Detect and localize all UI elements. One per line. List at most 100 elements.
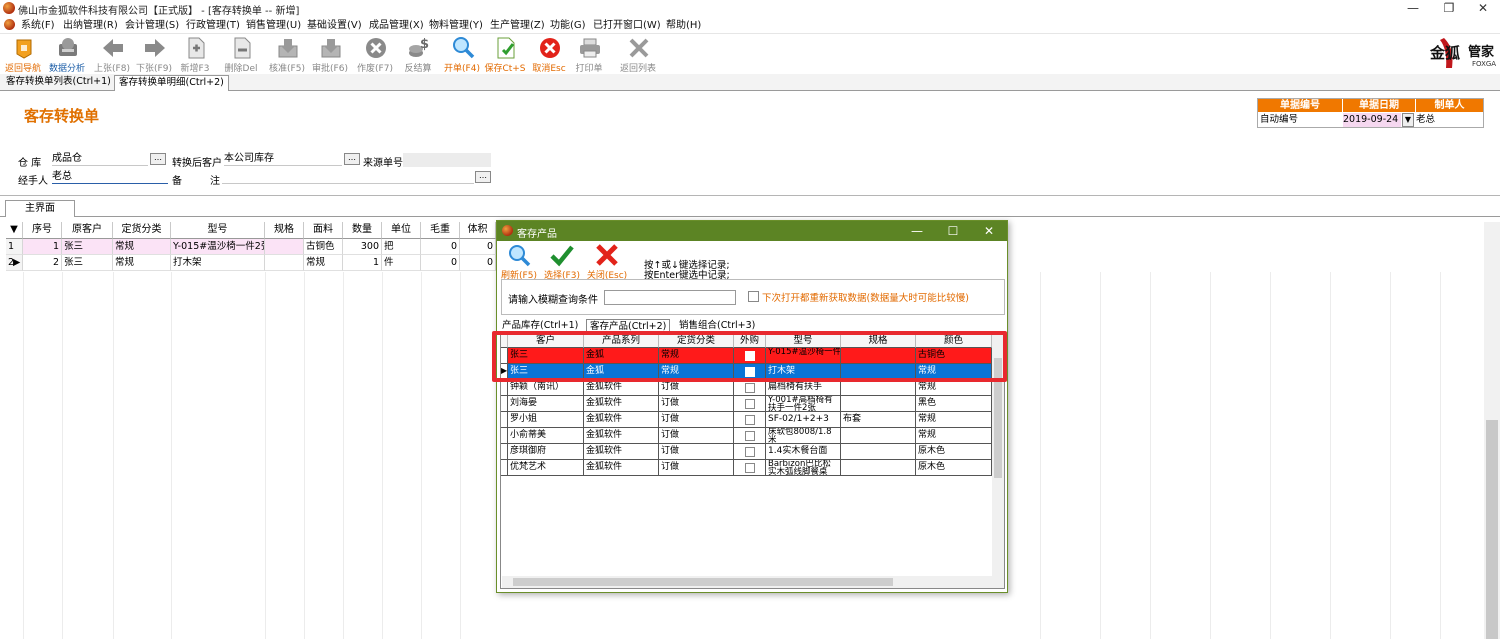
pcell-customer[interactable]: 钟颖（南讯） [508,380,584,396]
dialog-close-toolbar-button[interactable]: 关闭(Esc) [587,243,627,281]
pcell-outsourced[interactable] [734,380,766,396]
pcell-customer[interactable]: 刘海晏 [508,396,584,412]
pcell-outsourced[interactable] [734,444,766,460]
cell-quantity[interactable]: 1 [343,255,382,271]
col-gross-weight[interactable]: 毛重 [421,222,460,239]
menu-app-icon[interactable] [4,19,15,30]
col-spec[interactable]: 规格 [265,222,304,239]
col-seq[interactable]: 序号 [23,222,62,239]
cell-gross-weight[interactable]: 0 [421,255,460,271]
tab-list[interactable]: 客存转换单列表(Ctrl+1) [2,75,115,91]
date-dropdown-button[interactable]: ▼ [1402,113,1414,127]
cell-seq[interactable]: 1 [23,239,62,255]
col-original-customer[interactable]: 原客户 [62,222,113,239]
pcell-category[interactable]: 订做 [659,444,734,460]
row-indicator[interactable]: 1 [6,239,23,255]
pcell-series[interactable]: 金狐软件 [584,444,659,460]
pcell-series[interactable]: 金狐软件 [584,460,659,476]
pcell-outsourced[interactable] [734,396,766,412]
menu-finished-goods[interactable]: 成品管理(X) [369,18,424,33]
remark-browse-button[interactable]: … [475,171,491,183]
menu-cashier[interactable]: 出纳管理(R) [63,18,118,33]
remark-field[interactable] [222,170,474,184]
warehouse-field[interactable]: 成品仓 [52,152,148,166]
restore-button[interactable]: ❐ [1432,0,1466,17]
close-button[interactable]: ✕ [1466,0,1500,17]
outsourced-checkbox[interactable] [745,383,755,393]
dialog-minimize-button[interactable]: — [899,222,935,240]
pcell-model[interactable]: Y-001#高档椅有扶手一件2张 [766,396,841,412]
reload-checkbox[interactable] [748,291,759,302]
pcell-model[interactable]: SF-02/1+2+3 [766,412,841,428]
pcell-customer[interactable]: 优梵艺术 [508,460,584,476]
pcell-spec[interactable] [841,428,916,444]
grid-sort-indicator[interactable]: ▼ [6,222,23,239]
menu-basic-settings[interactable]: 基础设置(V) [307,18,362,33]
back-list-button[interactable]: 返回列表 [615,34,661,74]
menu-help[interactable]: 帮助(H) [666,18,701,33]
outsourced-checkbox[interactable] [745,447,755,457]
menu-system[interactable]: 系统(F) [21,18,55,33]
filter-input[interactable] [604,290,736,305]
outsourced-checkbox[interactable] [745,415,755,425]
pcell-color[interactable]: 黑色 [916,396,992,412]
cell-spec[interactable] [265,255,304,271]
cell-fabric[interactable]: 古铜色 [304,239,343,255]
pcell-category[interactable]: 订做 [659,380,734,396]
tab-detail[interactable]: 客存转换单明细(Ctrl+2) [114,75,229,91]
outsourced-checkbox[interactable] [745,431,755,441]
pcell-category[interactable]: 订做 [659,412,734,428]
cell-volume[interactable]: 0 [460,255,496,271]
cell-model[interactable]: Y-015#温沙椅一件2张 [171,239,265,255]
pcell-color[interactable]: 常规 [916,412,992,428]
pcell-series[interactable]: 金狐软件 [584,428,659,444]
tab-main[interactable]: 主界面 [5,200,75,217]
menu-functions[interactable]: 功能(G) [550,18,586,33]
pcell-spec[interactable]: 布套 [841,412,916,428]
menu-accounting[interactable]: 会计管理(S) [125,18,179,33]
pcell-outsourced[interactable] [734,428,766,444]
pcell-outsourced[interactable] [734,460,766,476]
cell-category[interactable]: 常规 [113,255,171,271]
pcell-spec[interactable] [841,460,916,476]
pcell-color[interactable]: 常规 [916,428,992,444]
customer-field[interactable]: 本公司库存 [224,152,342,166]
cell-model[interactable]: 打木架 [171,255,265,271]
menu-materials[interactable]: 物料管理(Y) [429,18,483,33]
pcell-model[interactable]: 扁档椅有扶手 [766,380,841,396]
pcell-series[interactable]: 金狐软件 [584,380,659,396]
menu-admin[interactable]: 行政管理(T) [186,18,240,33]
pcell-color[interactable]: 原木色 [916,444,992,460]
dialog-maximize-button[interactable]: ☐ [935,222,971,240]
pcell-model[interactable]: 1.4实木餐台面 [766,444,841,460]
menu-production[interactable]: 生产管理(Z) [490,18,545,33]
pcell-model[interactable]: 床软包8008/1.8米 [766,428,841,444]
pcell-color[interactable]: 常规 [916,380,992,396]
pcell-category[interactable]: 订做 [659,396,734,412]
doc-date-field[interactable]: 2019-09-24 [1343,113,1401,127]
cell-volume[interactable]: 0 [460,239,496,255]
pcell-outsourced[interactable] [734,412,766,428]
source-no-field[interactable] [403,153,491,167]
col-unit[interactable]: 单位 [382,222,421,239]
col-volume[interactable]: 体积 [460,222,496,239]
outsourced-checkbox[interactable] [745,399,755,409]
cell-fabric[interactable]: 常规 [304,255,343,271]
cell-category[interactable]: 常规 [113,239,171,255]
dialog-hscroll-thumb[interactable] [513,578,893,586]
menu-open-windows[interactable]: 已打开窗口(W) [593,18,661,33]
handler-field[interactable]: 老总 [52,170,168,184]
grid-scrollbar-thumb[interactable] [1486,420,1498,639]
pcell-customer[interactable]: 彦琪御府 [508,444,584,460]
col-quantity[interactable]: 数量 [343,222,382,239]
pcell-category[interactable]: 订做 [659,460,734,476]
minimize-button[interactable]: — [1396,0,1430,17]
customer-browse-button[interactable]: … [344,153,360,165]
pcell-spec[interactable] [841,444,916,460]
outsourced-checkbox[interactable] [745,463,755,473]
pcell-customer[interactable]: 小俞蒂美 [508,428,584,444]
dialog-close-button[interactable]: ✕ [971,222,1007,240]
cell-gross-weight[interactable]: 0 [421,239,460,255]
col-fabric[interactable]: 面料 [304,222,343,239]
warehouse-browse-button[interactable]: … [150,153,166,165]
